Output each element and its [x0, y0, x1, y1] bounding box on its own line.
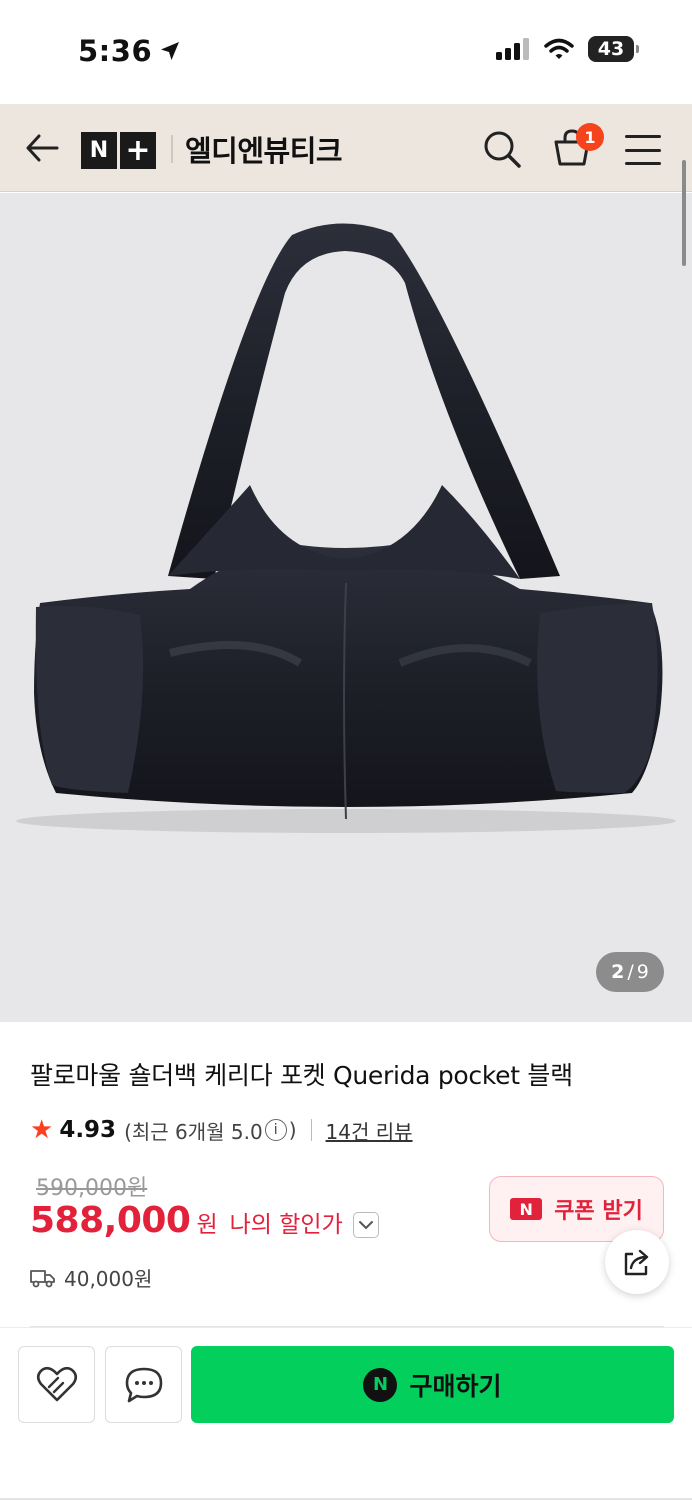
- delivery-truck-icon: [30, 1269, 55, 1287]
- talk-talk-button[interactable]: [105, 1346, 182, 1423]
- image-counter: 2 / 9: [596, 952, 664, 992]
- naver-n-icon: N: [363, 1367, 398, 1402]
- image-counter-total: 9: [636, 961, 649, 983]
- status-time: 5:36: [78, 34, 153, 68]
- sale-price-row: 588,000 원 나의 할인가: [30, 1200, 379, 1250]
- sale-price: 588,000: [30, 1200, 191, 1241]
- image-counter-current: 2: [611, 961, 625, 983]
- battery-icon: 43: [588, 36, 639, 62]
- chat-bubble-icon: [125, 1367, 162, 1402]
- coupon-label: 쿠폰 받기: [554, 1199, 643, 1224]
- price-detail-toggle[interactable]: [352, 1212, 379, 1238]
- battery-level: 43: [597, 38, 625, 60]
- shipping-row: 40,000원: [30, 1263, 152, 1292]
- cart-count-badge: 1: [576, 123, 604, 151]
- shoulder-bag-photo: [16, 223, 676, 833]
- search-button[interactable]: [481, 128, 523, 170]
- menu-icon: [625, 135, 661, 138]
- page-scrollbar[interactable]: [682, 160, 686, 266]
- buy-now-button[interactable]: N 구매하기: [191, 1346, 674, 1423]
- search-icon: [484, 131, 521, 168]
- rating-score: 4.93: [59, 1117, 117, 1143]
- logo-n: N: [81, 132, 117, 169]
- rating-row: ★ 4.93 (최근 6개월 5.0 i ) 14건 리뷰: [30, 1114, 413, 1146]
- chevron-down-icon: [358, 1221, 373, 1230]
- back-button[interactable]: [22, 128, 62, 168]
- status-time-group: 5:36: [78, 34, 182, 68]
- product-title: 팔로마울 숄더백 케리다 포켓 Querida pocket 블랙: [30, 1061, 573, 1090]
- header-divider: [171, 135, 173, 163]
- sale-price-unit: 원: [196, 1212, 218, 1238]
- bottom-action-bar: N 구매하기: [0, 1327, 692, 1500]
- heart-icon: [36, 1366, 77, 1401]
- rating-separator: [310, 1119, 312, 1141]
- naver-plus-logo[interactable]: N +: [81, 132, 156, 169]
- my-discount-price-label: 나의 할인가: [229, 1212, 343, 1238]
- original-price: 590,000원: [36, 1176, 148, 1201]
- location-arrow-icon: [161, 42, 180, 60]
- coupon-n-icon: N: [510, 1198, 543, 1220]
- cellular-signal-icon: [496, 38, 529, 60]
- status-bar: 5:36 43: [0, 0, 692, 104]
- logo-plus: +: [120, 132, 156, 169]
- info-icon[interactable]: i: [264, 1119, 287, 1141]
- share-button[interactable]: [605, 1230, 669, 1294]
- recent-rating-prefix: (최근 6개월 5.0: [124, 1119, 263, 1144]
- app-header: N + 엘디엔뷰티크 1: [0, 104, 692, 192]
- recent-rating-suffix: ): [288, 1118, 297, 1142]
- wifi-icon: [544, 38, 574, 59]
- share-icon: [624, 1249, 649, 1276]
- wishlist-button[interactable]: [18, 1346, 95, 1423]
- star-icon: ★: [30, 1115, 54, 1145]
- product-image[interactable]: 2 / 9: [0, 193, 692, 1022]
- status-indicators: 43: [496, 36, 639, 62]
- menu-button[interactable]: [623, 130, 663, 170]
- store-name[interactable]: 엘디엔뷰티크: [185, 128, 343, 170]
- image-counter-separator: /: [627, 961, 634, 983]
- buy-now-label: 구매하기: [409, 1371, 502, 1401]
- product-page: 5:36 43 N + 엘디엔뷰티크 1 2 / 9 팔로마울 숄더백 케리다 …: [0, 0, 692, 1500]
- back-arrow-icon: [26, 134, 59, 162]
- shipping-fee: 40,000원: [64, 1267, 153, 1291]
- review-count-link[interactable]: 14건 리뷰: [326, 1116, 413, 1145]
